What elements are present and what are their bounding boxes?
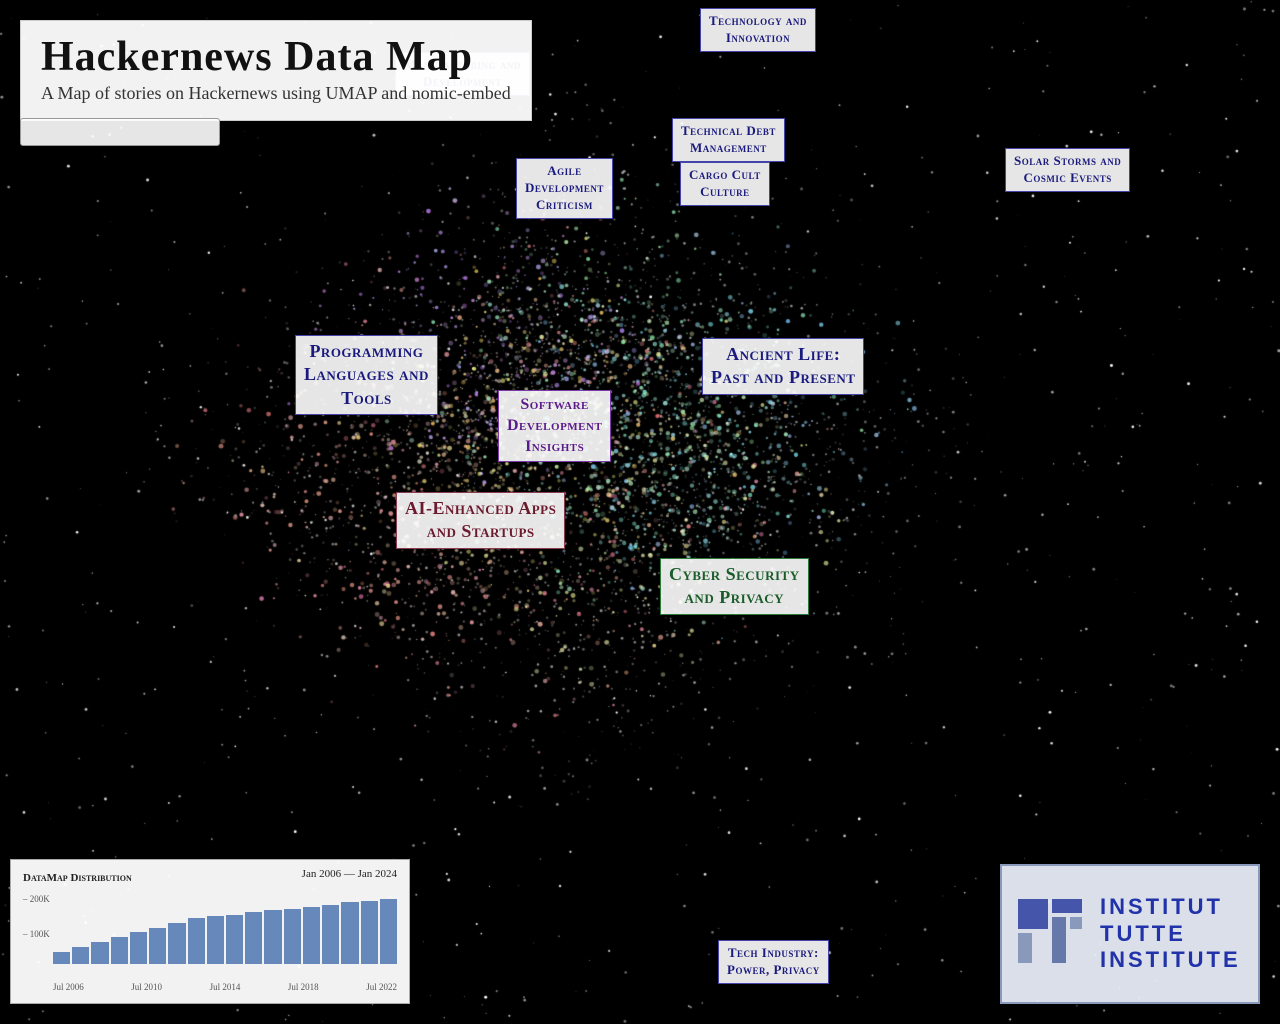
- chart-bar-3: [111, 937, 128, 964]
- chart-bar-11: [264, 910, 281, 964]
- label-text-technology: Technology andInnovation: [709, 13, 807, 47]
- label-technical-debt: Technical DebtManagement: [672, 118, 785, 162]
- chart-y-labels: – 100K – 200K: [23, 894, 50, 964]
- label-tech-industry: Tech Industry:Power, Privacy: [718, 940, 829, 984]
- search-box[interactable]: [20, 118, 220, 146]
- search-input[interactable]: [29, 124, 211, 139]
- chart-bar-5: [149, 928, 166, 964]
- label-text-agile: AgileDevelopmentCriticism: [525, 163, 604, 214]
- label-text-programming: ProgrammingLanguages andTools: [304, 340, 429, 410]
- label-ai-enhanced: AI-Enhanced Appsand Startups: [396, 492, 565, 549]
- chart-bar-2: [91, 942, 108, 964]
- chart-bar-6: [168, 923, 185, 964]
- logo-line-3: INSTITUTE: [1100, 947, 1241, 973]
- chart-bar-9: [226, 915, 243, 964]
- logo-text-area: INSTITUT TUTTE INSTITUTE: [1100, 894, 1241, 973]
- chart-bar-16: [361, 901, 378, 964]
- x-label-2: Jul 2014: [210, 982, 241, 992]
- chart-bar-8: [207, 916, 224, 964]
- chart-panel: DataMap Distribution Jan 2006 — Jan 2024…: [10, 859, 410, 1004]
- label-programming: ProgrammingLanguages andTools: [295, 335, 438, 415]
- chart-bar-0: [53, 952, 70, 964]
- chart-bar-4: [130, 932, 147, 964]
- label-text-software: SoftwareDevelopmentInsights: [507, 395, 602, 457]
- label-cargo-cult: Cargo CultCulture: [680, 162, 770, 206]
- chart-title: DataMap Distribution: [23, 872, 132, 884]
- chart-bar-12: [284, 909, 301, 964]
- label-text-technical-debt: Technical DebtManagement: [681, 123, 776, 157]
- logo-line-1: INSTITUT: [1100, 894, 1241, 920]
- label-solar: Solar Storms andCosmic Events: [1005, 148, 1130, 192]
- label-text-ai-enhanced: AI-Enhanced Appsand Startups: [405, 497, 556, 544]
- chart-bar-1: [72, 947, 89, 964]
- label-agile: AgileDevelopmentCriticism: [516, 158, 613, 219]
- logo-line-2: TUTTE: [1100, 921, 1241, 947]
- logo-panel: INSTITUT TUTTE INSTITUTE: [1000, 864, 1260, 1004]
- page-subtitle: A Map of stories on Hackernews using UMA…: [41, 83, 511, 104]
- label-text-ancient: Ancient Life:Past and Present: [711, 343, 855, 390]
- chart-bar-7: [188, 918, 205, 964]
- y-label-2: – 200K: [23, 894, 50, 904]
- label-ancient: Ancient Life:Past and Present: [702, 338, 864, 395]
- x-label-0: Jul 2006: [53, 982, 84, 992]
- page-title: Hackernews Data Map: [41, 33, 511, 81]
- y-label-1: – 100K: [23, 929, 50, 939]
- chart-bars: [23, 894, 397, 964]
- chart-bar-17: [380, 899, 397, 964]
- chart-bar-10: [245, 912, 262, 964]
- x-label-4: Jul 2022: [366, 982, 397, 992]
- logo-svg: [1018, 899, 1088, 969]
- chart-bars-area: – 100K – 200K: [23, 894, 397, 979]
- chart-bar-13: [303, 907, 320, 964]
- logo-icon: [1018, 899, 1088, 969]
- x-label-1: Jul 2010: [131, 982, 162, 992]
- label-technology: Technology andInnovation: [700, 8, 816, 52]
- chart-bar-14: [322, 905, 339, 964]
- label-software: SoftwareDevelopmentInsights: [498, 390, 611, 462]
- label-cyber: Cyber Securityand Privacy: [660, 558, 809, 615]
- chart-x-labels: Jul 2006 Jul 2010 Jul 2014 Jul 2018 Jul …: [23, 982, 397, 992]
- chart-bar-15: [341, 902, 358, 964]
- x-label-3: Jul 2018: [288, 982, 319, 992]
- label-text-cargo-cult: Cargo CultCulture: [689, 167, 761, 201]
- header-panel: Hackernews Data Map A Map of stories on …: [20, 20, 532, 121]
- label-text-solar: Solar Storms andCosmic Events: [1014, 153, 1121, 187]
- label-text-tech-industry: Tech Industry:Power, Privacy: [727, 945, 820, 979]
- label-text-cyber: Cyber Securityand Privacy: [669, 563, 800, 610]
- chart-date-range: Jan 2006 — Jan 2024: [302, 868, 397, 880]
